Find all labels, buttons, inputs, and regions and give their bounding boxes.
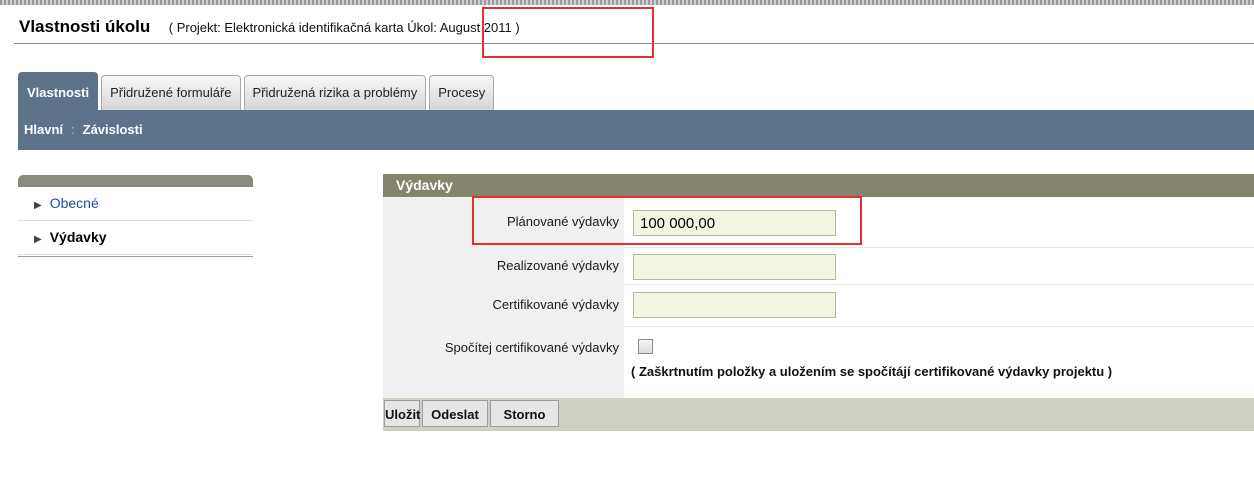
tab-processes[interactable]: Procesy — [429, 75, 495, 110]
form-row-compute: Spočítej certifikované výdavky ( Zaškrtn… — [383, 326, 1254, 398]
send-button[interactable]: Odeslat — [422, 400, 488, 427]
sidebar-item-label: Výdavky — [49, 229, 107, 245]
sidebar-item-expenses[interactable]: ▶ Výdavky — [18, 221, 253, 255]
realized-expenses-input[interactable] — [633, 254, 836, 280]
realized-expenses-label: Realizované výdavky — [383, 247, 624, 284]
sidebar-item-label: Obecné — [49, 195, 99, 211]
form-row-certified: Certifikované výdavky — [383, 284, 1254, 327]
certified-expenses-label: Certifikované výdavky — [383, 284, 624, 326]
tab-properties[interactable]: Vlastnosti — [18, 72, 99, 110]
compute-certified-checkbox[interactable] — [638, 339, 653, 354]
certified-expenses-input[interactable] — [633, 292, 836, 318]
annotation-box-planned — [472, 196, 862, 245]
subnav-separator: : — [71, 122, 75, 137]
subnav-dependencies[interactable]: Závislosti — [77, 122, 149, 137]
form-button-bar: Uložit Odeslat Storno — [383, 398, 1254, 431]
triangle-right-icon: ▶ — [34, 234, 42, 245]
top-border — [0, 0, 1254, 5]
compute-certified-label: Spočítej certifikované výdavky — [383, 326, 624, 398]
tab-related-risks[interactable]: Přidružená rizika a problémy — [243, 75, 427, 110]
page-header: Vlastnosti úkolu ( Projekt: Elektronická… — [19, 17, 520, 43]
section-menu-header — [18, 175, 253, 187]
tab-related-forms[interactable]: Přidružené formuláře — [101, 75, 241, 110]
section-menu: ▶ Obecné ▶ Výdavky — [18, 175, 253, 256]
tab-bar: Vlastnosti Přidružené formuláře Přidruže… — [18, 72, 497, 110]
triangle-right-icon: ▶ — [34, 200, 42, 211]
page-subtitle: ( Projekt: Elektronická identifikačná ka… — [169, 20, 520, 35]
compute-hint-text: ( Zaškrtnutím položky a uložením se spoč… — [631, 364, 1113, 379]
save-button[interactable]: Uložit — [384, 400, 420, 427]
cancel-button[interactable]: Storno — [490, 400, 559, 427]
page-title: Vlastnosti úkolu — [19, 17, 151, 36]
project-label: ( Projekt: Elektronická identifikačná ka… — [168, 20, 404, 35]
form-row-realized: Realizované výdavky — [383, 247, 1254, 285]
annotation-box-task — [482, 7, 654, 58]
sidebar-item-general[interactable]: ▶ Obecné — [18, 187, 253, 221]
sub-navigation: Hlavní: Závislosti — [18, 110, 1254, 150]
section-menu-divider — [18, 256, 253, 257]
form-section-title: Výdavky — [383, 174, 1254, 197]
subnav-main[interactable]: Hlavní — [18, 122, 69, 137]
